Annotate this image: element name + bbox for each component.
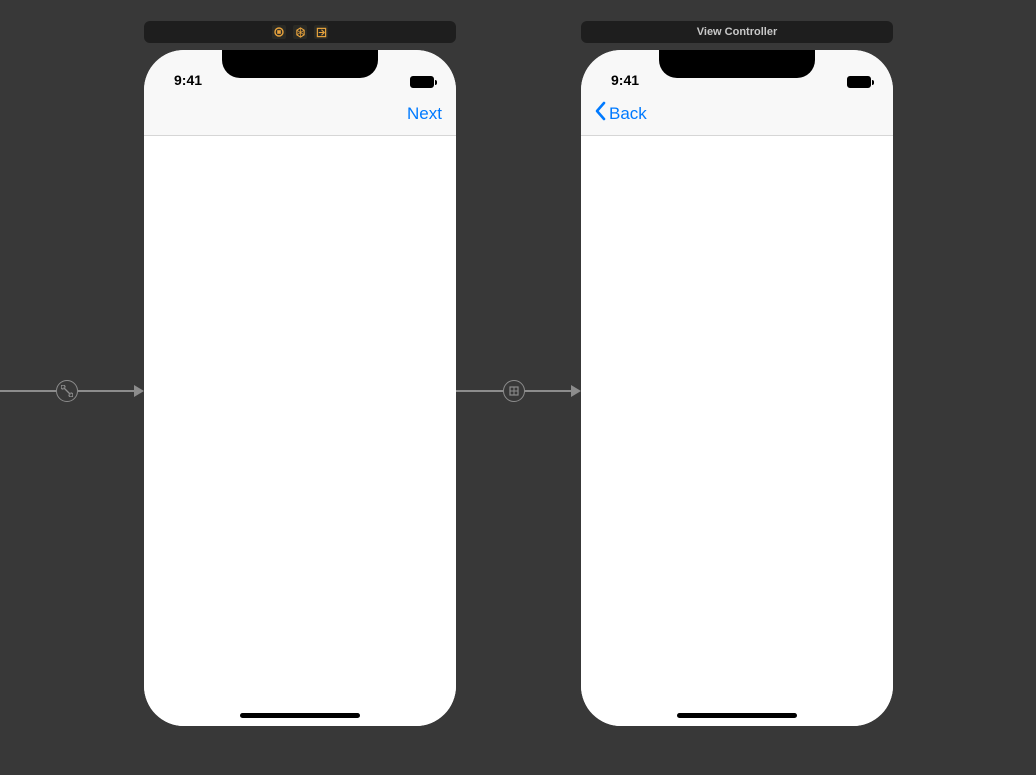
segue-line: [78, 390, 134, 392]
nav-controller-icon[interactable]: [272, 25, 286, 39]
scene-title-bar-2[interactable]: View Controller: [581, 21, 893, 43]
segue-line: [0, 390, 56, 392]
home-indicator: [240, 713, 360, 718]
battery-icon: [410, 76, 434, 88]
status-time: 9:41: [174, 72, 202, 88]
back-button[interactable]: Back: [595, 101, 647, 126]
device-notch: [222, 50, 378, 78]
phone-scene-2[interactable]: 9:41 Back: [581, 50, 893, 726]
chevron-left-icon: [595, 101, 607, 126]
arrowhead-icon: [134, 385, 144, 397]
back-button-label: Back: [609, 104, 647, 124]
view-content: [144, 136, 456, 726]
view-content: [581, 136, 893, 726]
next-button-label: Next: [407, 104, 442, 124]
exit-icon[interactable]: [314, 25, 328, 39]
show-segue[interactable]: [456, 380, 581, 402]
phone-scene-1[interactable]: 9:41 Next: [144, 50, 456, 726]
navigation-bar: Back: [581, 92, 893, 136]
scene-title-bar-1[interactable]: [144, 21, 456, 43]
segue-line: [525, 390, 572, 392]
next-button[interactable]: Next: [407, 104, 442, 124]
entry-point-circle-icon: [56, 380, 78, 402]
segue-line: [456, 390, 503, 392]
status-time: 9:41: [611, 72, 639, 88]
battery-icon: [847, 76, 871, 88]
first-responder-icon[interactable]: [293, 25, 307, 39]
arrowhead-icon: [571, 385, 581, 397]
navigation-bar: Next: [144, 92, 456, 136]
entry-point-segue[interactable]: [0, 380, 144, 402]
home-indicator: [677, 713, 797, 718]
device-notch: [659, 50, 815, 78]
scene-title-label: View Controller: [697, 26, 777, 38]
show-segue-circle-icon: [503, 380, 525, 402]
